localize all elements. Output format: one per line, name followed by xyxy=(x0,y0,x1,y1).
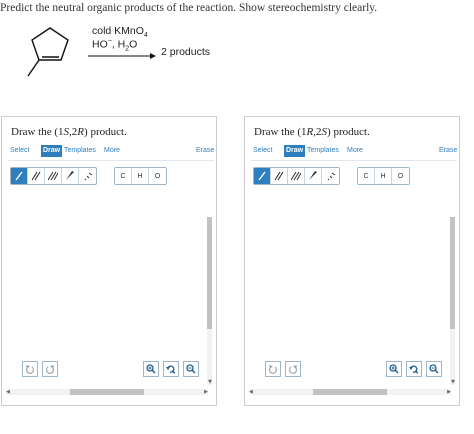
undo-icon xyxy=(268,365,278,374)
horizontal-scroll-thumb[interactable] xyxy=(70,389,144,395)
undo-button[interactable] xyxy=(265,361,281,377)
hash-bond-tool[interactable] xyxy=(79,168,96,184)
hash-bond-icon xyxy=(84,172,92,181)
templates-tab[interactable]: Templates xyxy=(64,145,96,157)
zoom-in-icon xyxy=(389,364,399,374)
vertical-scrollbar[interactable] xyxy=(450,217,455,385)
triple-bond-tool[interactable] xyxy=(45,168,62,184)
oxygen-atom-tool[interactable]: O xyxy=(149,168,166,184)
double-bond-tool[interactable] xyxy=(271,168,288,184)
reaction-scheme: cold KMnO4 HO−, H2O 2 products xyxy=(18,24,278,94)
hydrogen-atom-tool[interactable]: H xyxy=(132,168,149,184)
reagent-kmno4: cold KMnO4 xyxy=(92,25,148,40)
zoom-out-button[interactable] xyxy=(426,361,442,377)
draw-tab[interactable]: Draw xyxy=(284,145,306,157)
panel-1-title: Draw the (1S,2R) product. xyxy=(11,126,127,138)
panel-2-toolbar: Select Draw Templates More Erase xyxy=(251,143,457,161)
scroll-down-arrow-icon[interactable]: ▼ xyxy=(208,379,212,385)
double-bond-icon xyxy=(274,171,284,181)
single-bond-tool[interactable] xyxy=(254,168,271,184)
wedge-bond-tool[interactable] xyxy=(62,168,79,184)
redo-button[interactable] xyxy=(285,361,301,377)
question-text: Predict the neutral organic products of … xyxy=(0,2,378,14)
undo-button[interactable] xyxy=(22,361,38,377)
more-tab[interactable]: More xyxy=(347,145,363,157)
redo-button[interactable] xyxy=(42,361,58,377)
zoom-reset-button[interactable] xyxy=(163,361,179,377)
reaction-arrow xyxy=(88,53,156,59)
double-bond-icon xyxy=(31,171,41,181)
carbon-atom-tool[interactable]: C xyxy=(358,168,375,184)
scroll-down-arrow-icon[interactable]: ▼ xyxy=(451,379,455,385)
bond-tool-group xyxy=(10,167,97,185)
hydrogen-atom-tool[interactable]: H xyxy=(375,168,392,184)
oxygen-atom-tool[interactable]: O xyxy=(392,168,409,184)
select-tab[interactable]: Select xyxy=(10,145,29,157)
redo-icon xyxy=(45,365,55,374)
more-tab[interactable]: More xyxy=(104,145,120,157)
drawing-canvas[interactable] xyxy=(251,189,447,389)
zoom-reset-icon xyxy=(409,365,419,374)
single-bond-icon xyxy=(15,171,23,181)
panel-1-toolbar: Select Draw Templates More Erase xyxy=(8,143,214,161)
methylcyclopentene-structure xyxy=(27,27,69,77)
triple-bond-tool[interactable] xyxy=(288,168,305,184)
triple-bond-icon xyxy=(48,171,58,181)
carbon-atom-tool[interactable]: C xyxy=(115,168,132,184)
triple-bond-icon xyxy=(291,171,301,181)
zoom-out-icon xyxy=(186,364,196,374)
zoom-in-button[interactable] xyxy=(143,361,159,377)
templates-tab[interactable]: Templates xyxy=(307,145,339,157)
vertical-scroll-thumb[interactable] xyxy=(450,217,455,329)
atom-tool-group: C H O xyxy=(114,167,167,185)
drawing-panel-1: Draw the (1S,2R) product. Select Draw Te… xyxy=(1,116,217,406)
vertical-scrollbar[interactable] xyxy=(207,217,212,385)
horizontal-scroll-thumb[interactable] xyxy=(313,389,387,395)
wedge-bond-icon xyxy=(66,171,74,180)
zoom-out-icon xyxy=(429,364,439,374)
single-bond-icon xyxy=(258,171,266,181)
zoom-in-button[interactable] xyxy=(386,361,402,377)
single-bond-tool[interactable] xyxy=(11,168,28,184)
double-bond-tool[interactable] xyxy=(28,168,45,184)
erase-button[interactable]: Erase xyxy=(196,145,214,157)
redo-icon xyxy=(288,365,298,374)
zoom-reset-icon xyxy=(166,365,176,374)
panel-2-title: Draw the (1R,2S) product. xyxy=(254,126,370,138)
wedge-bond-icon xyxy=(309,171,317,180)
hash-bond-tool[interactable] xyxy=(322,168,339,184)
scroll-left-arrow-icon[interactable]: ◀ xyxy=(249,389,253,395)
select-tab[interactable]: Select xyxy=(253,145,272,157)
horizontal-scrollbar[interactable] xyxy=(6,389,208,395)
horizontal-scrollbar[interactable] xyxy=(249,389,451,395)
wedge-bond-tool[interactable] xyxy=(305,168,322,184)
product-count: 2 products xyxy=(161,46,211,58)
vertical-scroll-thumb[interactable] xyxy=(207,217,212,329)
undo-icon xyxy=(25,365,35,374)
toolbar-divider xyxy=(8,160,214,161)
zoom-out-button[interactable] xyxy=(183,361,199,377)
drawing-canvas[interactable] xyxy=(8,189,204,389)
drawing-panel-2: Draw the (1R,2S) product. Select Draw Te… xyxy=(244,116,460,406)
zoom-in-icon xyxy=(146,364,156,374)
hash-bond-icon xyxy=(327,172,335,181)
erase-button[interactable]: Erase xyxy=(439,145,457,157)
bond-tool-group xyxy=(253,167,340,185)
scroll-right-arrow-icon[interactable]: ▶ xyxy=(204,389,208,395)
scroll-left-arrow-icon[interactable]: ◀ xyxy=(6,389,10,395)
toolbar-divider xyxy=(251,160,457,161)
zoom-reset-button[interactable] xyxy=(406,361,422,377)
scroll-right-arrow-icon[interactable]: ▶ xyxy=(447,389,451,395)
draw-tab[interactable]: Draw xyxy=(41,145,63,157)
atom-tool-group: C H O xyxy=(357,167,410,185)
